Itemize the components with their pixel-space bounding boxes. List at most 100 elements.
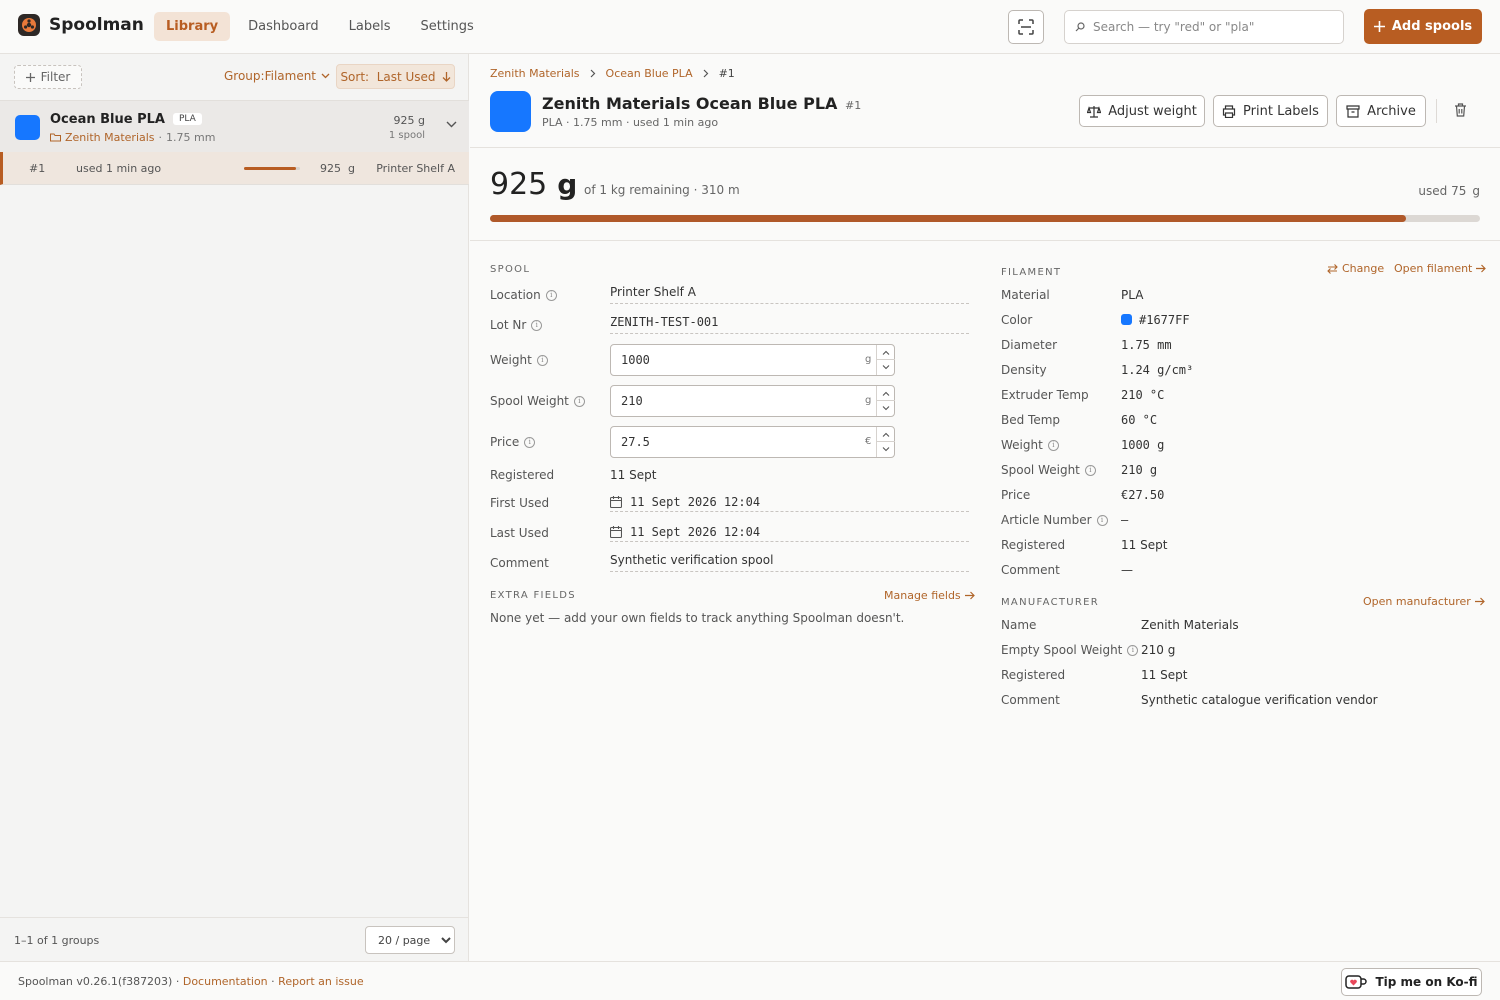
- spool-weight-input[interactable]: 210 g: [610, 385, 895, 417]
- manufacturer-prop-label-text: Comment: [1001, 693, 1060, 707]
- search-input[interactable]: [1093, 20, 1333, 34]
- nav-library[interactable]: Library: [154, 12, 231, 41]
- filament-prop-label: Comment: [1001, 563, 1060, 577]
- filament-prop-label: Extruder Temp: [1001, 388, 1089, 402]
- weight-label: Weight i: [490, 353, 548, 367]
- group-by-dropdown[interactable]: Group:Filament: [224, 69, 330, 83]
- nav-dashboard[interactable]: Dashboard: [236, 12, 331, 41]
- archive-button[interactable]: Archive: [1336, 95, 1426, 127]
- first-used-field[interactable]: 11 Sept 2026 12:04: [610, 490, 969, 512]
- filter-button[interactable]: Filter: [14, 65, 82, 89]
- remaining-progress-fill: [490, 215, 1406, 222]
- print-labels-label: Print Labels: [1243, 103, 1319, 119]
- lot-field[interactable]: ZENITH-TEST-001: [610, 312, 969, 334]
- manage-fields-link[interactable]: Manage fields: [884, 589, 975, 602]
- chevron-right-icon: [590, 69, 595, 78]
- filament-prop-label: Price: [1001, 488, 1030, 502]
- location-field[interactable]: Printer Shelf A: [610, 282, 969, 304]
- change-filament-link[interactable]: Change: [1327, 262, 1384, 275]
- filament-section-title: FILAMENT: [1001, 267, 1062, 278]
- weight-value: 1000: [621, 353, 650, 367]
- price-input[interactable]: 27.5 €: [610, 426, 895, 458]
- expand-toggle[interactable]: [446, 121, 457, 128]
- divider: [470, 240, 1500, 241]
- weight-stepper[interactable]: [876, 345, 895, 375]
- sort-label: Sort: Last Used: [340, 69, 436, 84]
- scan-qr-button[interactable]: [1008, 10, 1044, 44]
- material-badge: PLA: [172, 113, 202, 125]
- kofi-cup-icon: [1345, 975, 1368, 989]
- change-label: Change: [1342, 262, 1385, 275]
- kofi-button[interactable]: Tip me on Ko-fi: [1341, 968, 1482, 996]
- breadcrumb-filament[interactable]: Ocean Blue PLA: [606, 67, 693, 80]
- spool-row[interactable]: #1 used 1 min ago 925 g Printer Shelf A: [0, 152, 469, 185]
- filament-prop-value: PLA: [1121, 288, 1143, 302]
- price-stepper[interactable]: [876, 427, 895, 457]
- filament-prop-label-text: Price: [1001, 488, 1031, 502]
- filament-prop-value-text: 210 g: [1121, 463, 1158, 477]
- documentation-link[interactable]: Documentation: [183, 975, 268, 988]
- sort-dropdown[interactable]: Sort: Last Used: [336, 64, 455, 89]
- info-icon: i: [573, 395, 585, 407]
- folder-icon: [50, 133, 61, 142]
- remaining-text: of 1 kg remaining · 310 m: [584, 183, 740, 197]
- comment-label: Comment: [490, 556, 549, 570]
- search-icon: [1075, 22, 1085, 32]
- info-icon: i: [1096, 514, 1108, 526]
- open-filament-link[interactable]: Open filament: [1394, 262, 1487, 275]
- search-box[interactable]: [1064, 10, 1344, 44]
- filament-prop-value: –: [1121, 513, 1128, 527]
- location-label: Location i: [490, 288, 557, 302]
- spool-remaining-fill: [244, 167, 296, 170]
- last-used-field[interactable]: 11 Sept 2026 12:04: [610, 520, 969, 542]
- print-labels-button[interactable]: Print Labels: [1213, 95, 1328, 127]
- spool-weight-label: Spool Weight i: [490, 394, 585, 408]
- nav-labels[interactable]: Labels: [337, 12, 403, 41]
- info-icon: i: [531, 319, 543, 331]
- spool-section-title: SPOOL: [490, 264, 531, 275]
- decrement-button[interactable]: [877, 401, 895, 416]
- used-unit: g: [1472, 184, 1480, 198]
- filament-prop-label-text: Comment: [1001, 563, 1060, 577]
- nav-settings[interactable]: Settings: [409, 12, 486, 41]
- spool-weight-unit: g: [865, 395, 872, 406]
- color-swatch: [15, 115, 40, 140]
- filament-prop-value-text: 210 °C: [1121, 388, 1165, 402]
- separator-dot: ·: [158, 131, 163, 144]
- breadcrumb-vendor[interactable]: Zenith Materials: [490, 67, 580, 80]
- increment-button[interactable]: [877, 427, 895, 442]
- filament-prop-value-text: #1677FF: [1139, 313, 1190, 327]
- add-spools-button[interactable]: Add spools: [1364, 9, 1482, 44]
- info-icon: i: [536, 354, 548, 366]
- spool-weight-stepper[interactable]: [876, 386, 895, 416]
- scale-icon: [1087, 105, 1102, 118]
- chevron-down-icon: [882, 406, 890, 411]
- decrement-button[interactable]: [877, 442, 895, 457]
- app-name: Spoolman: [49, 15, 144, 35]
- decrement-button[interactable]: [877, 360, 895, 375]
- separator-dot: ·: [271, 975, 275, 988]
- filter-label: Filter: [40, 70, 71, 84]
- manufacturer-prop-value-text: 210 g: [1141, 643, 1176, 657]
- open-manufacturer-link[interactable]: Open manufacturer: [1363, 595, 1485, 608]
- comment-field[interactable]: Synthetic verification spool: [610, 550, 969, 572]
- open-manufacturer-label: Open manufacturer: [1363, 595, 1471, 608]
- filament-prop-value-text: €27.50: [1121, 488, 1165, 502]
- version-line: Spoolman v0.26.1(f387203) · Documentatio…: [18, 975, 364, 988]
- filament-group-row[interactable]: Ocean Blue PLA PLA Zenith Materials · 1.7…: [0, 100, 469, 153]
- filament-prop-label-text: Material: [1001, 288, 1050, 302]
- report-issue-link[interactable]: Report an issue: [278, 975, 363, 988]
- increment-button[interactable]: [877, 345, 895, 360]
- group-vendor[interactable]: Zenith Materials · 1.75 mm: [50, 131, 215, 144]
- page-size-select[interactable]: 20 / page: [365, 926, 455, 954]
- weight-input[interactable]: 1000 g: [610, 344, 895, 376]
- brand[interactable]: Spoolman: [18, 14, 144, 36]
- filament-prop-label-text: Color: [1001, 313, 1033, 327]
- delete-button[interactable]: [1454, 103, 1467, 117]
- adjust-weight-button[interactable]: Adjust weight: [1079, 95, 1205, 127]
- spool-last-used: used 1 min ago: [76, 162, 162, 175]
- filament-prop-value-text: 60 °C: [1121, 413, 1158, 427]
- filament-prop-label: Registered: [1001, 538, 1065, 552]
- increment-button[interactable]: [877, 386, 895, 401]
- group-diameter: 1.75 mm: [166, 131, 216, 144]
